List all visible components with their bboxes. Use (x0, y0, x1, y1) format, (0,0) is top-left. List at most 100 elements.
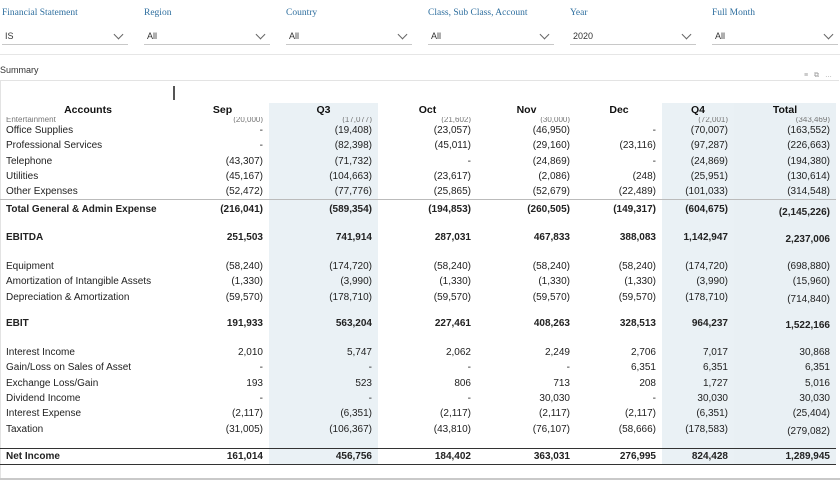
value-cell: 563,204 (335, 317, 372, 329)
value-cell: 523 (355, 377, 372, 389)
filter-dropdown[interactable]: All (428, 27, 554, 45)
value-cell: 161,014 (176, 447, 269, 465)
table-row: Gain/Loss on Sales of Asset - - - - 6,351 6,35… (0, 360, 836, 375)
filter-dropdown[interactable]: All (144, 27, 270, 45)
value-cell: (3,990) (340, 276, 372, 288)
value-cell (378, 437, 477, 449)
value-cell: (77,776) (334, 186, 372, 198)
chevron-down-icon (113, 29, 124, 40)
filter-value: All (715, 31, 726, 41)
value-cell: 6,351 (804, 362, 830, 374)
value-cell: - (259, 362, 263, 374)
filter-label: Year (570, 8, 588, 18)
value-cell: (58,240) (618, 260, 656, 272)
value-cell: 6,351 (702, 362, 728, 374)
value-cell: 30,868 (799, 347, 830, 359)
filter-5: Full Month All (712, 6, 838, 45)
value-cell: (2,117) (232, 408, 263, 420)
value-cell: (130,614) (787, 171, 830, 183)
account-label: Depreciation & Amortization (6, 291, 130, 303)
value-cell (269, 245, 378, 259)
value-cell: (1,330) (439, 276, 471, 288)
column-header[interactable]: Accounts (0, 103, 176, 117)
column-header[interactable]: Nov (477, 103, 576, 117)
value-cell: (2,145,226) (734, 199, 836, 219)
value-cell (477, 245, 576, 259)
filter-dropdown[interactable]: All (712, 27, 838, 45)
value-cell: 251,503 (226, 231, 263, 243)
visual-options-icon[interactable]: ≡ ⧉ … (804, 72, 834, 80)
column-header[interactable]: Q4 (662, 103, 734, 117)
value-cell: (45,011) (434, 140, 471, 152)
value-cell: (58,240) (532, 260, 570, 272)
value-cell: 227,461 (434, 317, 471, 329)
value-cell: (604,675) (662, 199, 734, 219)
value-cell: (248) (632, 171, 656, 183)
value-cell: 824,428 (662, 447, 734, 465)
value-cell: (58,240) (225, 260, 263, 272)
spacer-row (0, 437, 836, 449)
table-row: Depreciation & Amortization (59,570) (178,… (0, 289, 836, 305)
value-cell: (29,160) (532, 140, 570, 152)
value-cell: (178,710) (685, 291, 728, 303)
filter-bar: Financial Statement IS Region All Country All… (0, 0, 840, 55)
value-cell: (2,117) (440, 408, 471, 420)
value-cell: - (368, 393, 372, 404)
value-cell: (314,548) (787, 186, 830, 198)
value-cell: (174,720) (685, 260, 728, 272)
value-cell (176, 331, 269, 345)
value-cell (576, 305, 662, 316)
value-cell: (25,951) (690, 171, 728, 183)
value-cell: 208 (639, 377, 656, 389)
value-cell: (178,583) (685, 423, 728, 435)
account-label: Net Income (0, 447, 176, 465)
filter-dropdown[interactable]: All (286, 27, 412, 45)
value-cell: (19,408) (334, 125, 372, 137)
table-row: Interest Income 2,010 5,747 2,062 2,249 2,706… (0, 345, 836, 360)
value-cell: 388,083 (619, 231, 656, 243)
value-cell (378, 218, 477, 229)
account-label (0, 331, 176, 345)
value-cell (734, 437, 836, 449)
header-row: Accounts Sep Q3 Oct Nov Dec Q4 Total (0, 103, 836, 117)
column-header[interactable]: Oct (378, 103, 477, 117)
value-cell: (58,240) (433, 260, 471, 272)
value-cell: 456,756 (269, 447, 378, 465)
account-label: Utilities (6, 171, 39, 183)
table-row: Amortization of Intangible Assets (1,330)… (0, 274, 836, 289)
value-cell: - (259, 393, 263, 404)
filter-dropdown[interactable]: IS (2, 27, 128, 45)
value-cell: (226,663) (787, 140, 830, 152)
column-header[interactable]: Q3 (269, 103, 378, 117)
table-row: Net Income 161,014 456,756 184,402 363,031 27… (0, 447, 836, 465)
value-cell: (1,330) (231, 276, 263, 288)
account-label: EBITDA (6, 231, 44, 243)
table-row: Equipment (58,240) (174,720) (58,240) (58,24… (0, 259, 836, 274)
column-header[interactable]: Sep (176, 103, 269, 117)
value-cell: 184,402 (378, 447, 477, 465)
value-cell: (58,666) (618, 423, 656, 435)
value-cell (378, 305, 477, 316)
column-header[interactable]: Total (734, 103, 836, 117)
filter-label: Region (144, 8, 172, 18)
value-cell: 1,142,947 (683, 231, 729, 243)
value-cell: (71,732) (334, 155, 372, 167)
filter-value: IS (5, 31, 14, 41)
account-label (0, 437, 176, 449)
value-cell: (589,354) (269, 199, 378, 219)
value-cell: (59,570) (618, 291, 656, 303)
filter-dropdown[interactable]: 2020 (570, 27, 696, 45)
column-header[interactable]: Dec (576, 103, 662, 117)
value-cell: (6,351) (340, 408, 372, 420)
value-cell (734, 331, 836, 345)
account-label: Amortization of Intangible Assets (6, 276, 152, 288)
value-cell: 276,995 (576, 447, 662, 465)
value-cell: (59,570) (433, 291, 471, 303)
value-cell: (23,617) (433, 171, 471, 183)
value-cell: 467,833 (533, 231, 570, 243)
value-cell: 1,522,166 (785, 319, 831, 331)
filter-0: Financial Statement IS (2, 6, 128, 45)
chevron-down-icon (681, 29, 692, 40)
account-label (0, 245, 176, 259)
value-cell: (52,472) (225, 186, 263, 198)
